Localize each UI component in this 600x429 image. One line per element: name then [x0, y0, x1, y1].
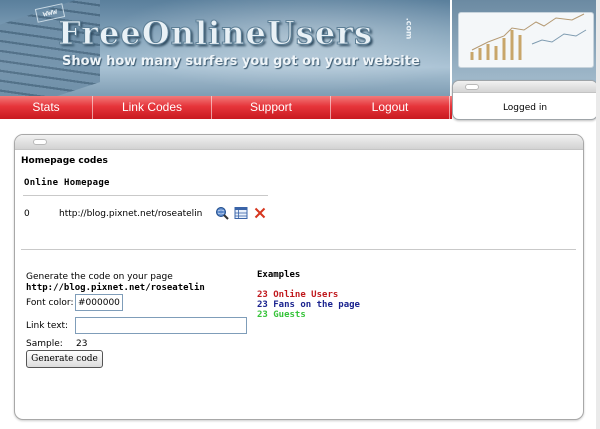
sample-label: Sample: [26, 339, 63, 349]
header-chart-graphic [452, 0, 600, 86]
row-url: http://blog.pixnet.net/roseatelin [59, 209, 203, 219]
login-status-box: Logged in [452, 80, 598, 120]
online-homepage-heading: Online Homepage [24, 178, 110, 188]
bar-chart-icon [470, 13, 587, 60]
example-guests: 23 Guests [257, 310, 306, 320]
link-text-label: Link text: [26, 321, 69, 331]
nav-item-stats[interactable]: Stats [0, 96, 93, 119]
view-stats-icon[interactable] [215, 206, 229, 220]
nav-item-logout[interactable]: Logout [331, 96, 450, 119]
nav-item-support[interactable]: Support [212, 96, 331, 119]
delete-icon[interactable] [253, 206, 267, 220]
generate-code-button[interactable]: Generate code [26, 350, 103, 368]
font-color-input[interactable] [75, 294, 123, 311]
divider [21, 249, 576, 250]
header-banner: www FreeOnlineUsers .com Show how many s… [0, 0, 450, 96]
box-handle-icon [465, 84, 479, 90]
edit-icon[interactable] [234, 206, 248, 220]
window-edge [596, 0, 600, 429]
logo-suffix: .com [404, 17, 414, 40]
sample-value: 23 [76, 339, 88, 349]
link-text-input[interactable] [75, 317, 247, 334]
example-fans: 23 Fans on the page [257, 300, 360, 310]
main-panel: Homepage codes Online Homepage 0 http://… [14, 134, 584, 420]
divider [23, 195, 268, 196]
section-title: Homepage codes [21, 156, 108, 166]
font-color-label: Font color: [26, 298, 74, 308]
login-status-text: Logged in [502, 103, 548, 113]
panel-handle-icon [33, 139, 47, 145]
generate-instructions: Generate the code on your page [26, 272, 173, 282]
examples-heading: Examples [257, 270, 301, 280]
site-slogan: Show how many surfers you got on your we… [62, 54, 420, 69]
example-online-users: 23 Online Users [257, 290, 339, 300]
row-index: 0 [24, 209, 30, 219]
generate-url: http://blog.pixnet.net/roseatelin [26, 283, 205, 293]
main-nav: Stats Link Codes Support Logout [0, 96, 452, 119]
nav-item-link-codes[interactable]: Link Codes [93, 96, 212, 119]
site-logo: FreeOnlineUsers [58, 14, 373, 53]
